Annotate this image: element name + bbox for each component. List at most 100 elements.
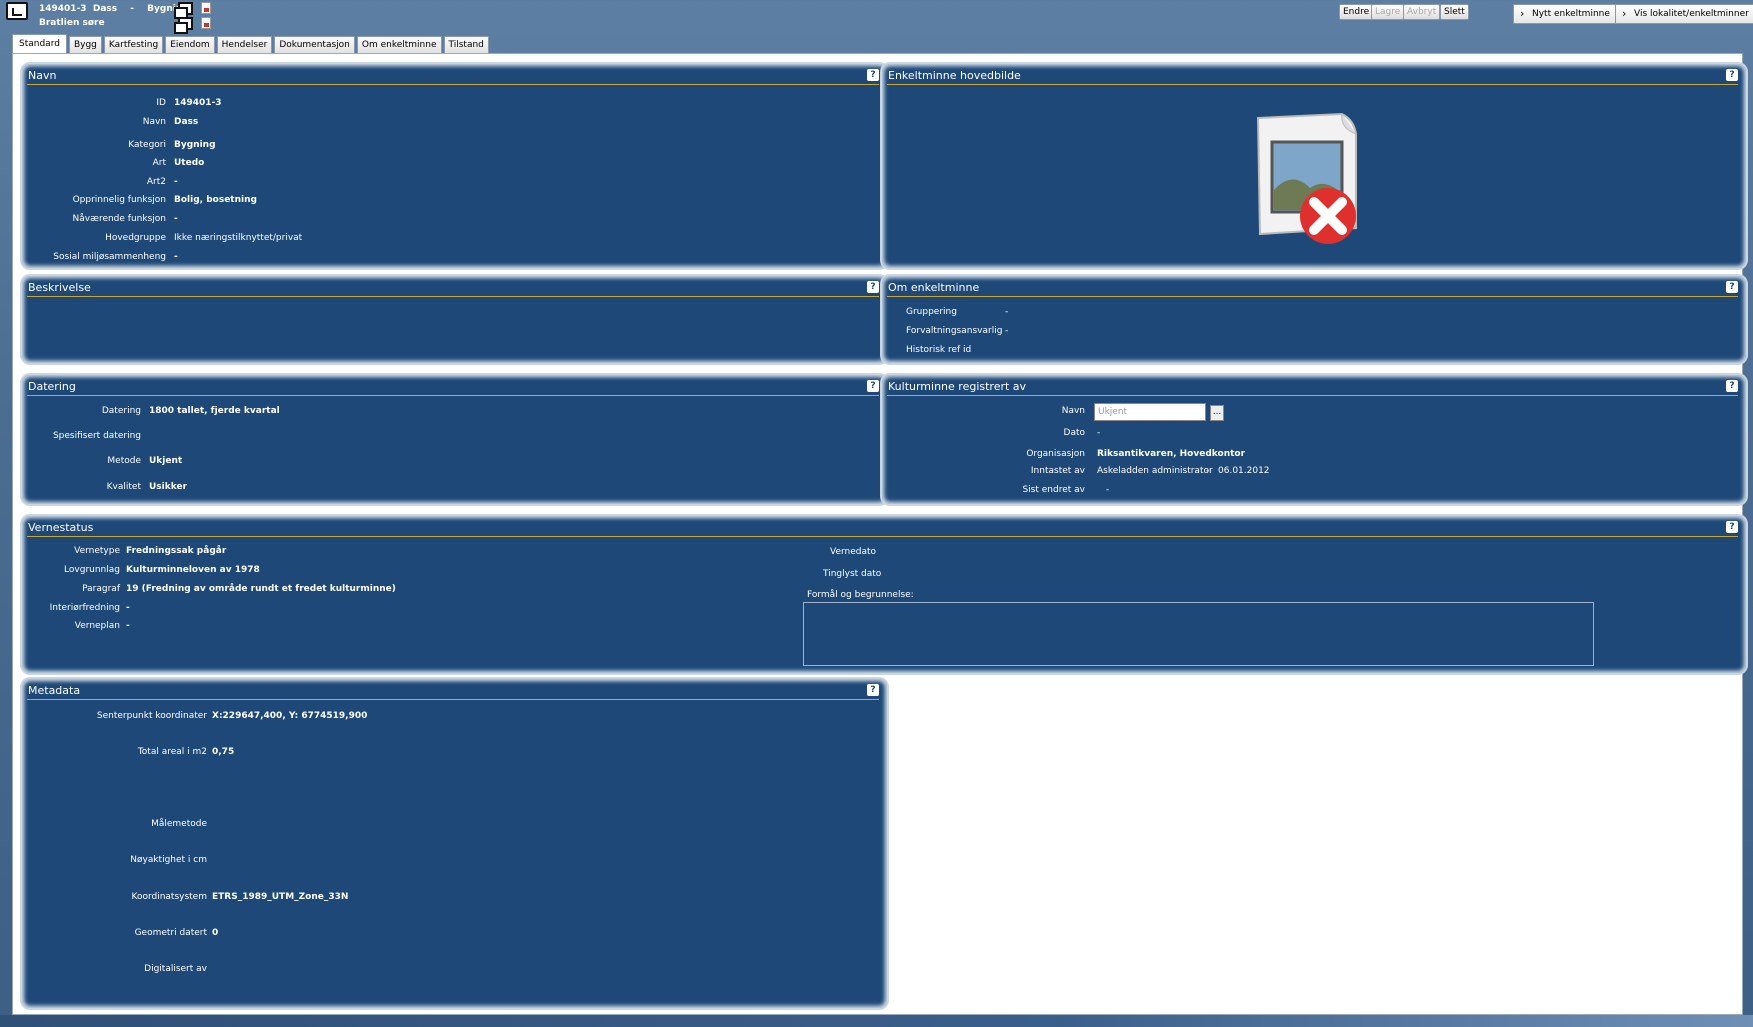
registrant-name-field[interactable]: Ukjent: [1094, 403, 1206, 421]
field-label: Inntastet av: [1030, 466, 1085, 476]
om-enkeltminne-panel: Om enkeltminne ? Gruppering - Forvaltnin…: [882, 276, 1746, 363]
help-icon[interactable]: ?: [867, 281, 879, 293]
tab-eiendom[interactable]: Eiendom: [165, 36, 215, 53]
window-bottom-bar: [0, 1015, 1753, 1027]
field-label: Spesifisert datering: [52, 431, 141, 441]
title-separator: -: [130, 4, 135, 14]
help-icon[interactable]: ?: [1726, 69, 1738, 81]
edit-button[interactable]: Endre: [1339, 4, 1374, 20]
field-label: ID: [156, 98, 166, 108]
field-label: Opprinnelig funksjon: [72, 195, 166, 205]
field-label: Historisk ref id: [906, 345, 972, 355]
help-icon[interactable]: ?: [867, 684, 879, 696]
panel-title: Vernestatus: [28, 521, 94, 534]
field-value: Bolig, bosetning: [174, 195, 257, 205]
cancel-button[interactable]: Avbryt: [1403, 4, 1441, 20]
copy-icon[interactable]: [174, 17, 193, 34]
tab-om-enkeltminne[interactable]: Om enkeltminne: [356, 36, 442, 53]
field-label: Kvalitet: [106, 482, 141, 492]
field-label: Vernedato: [830, 547, 877, 557]
title-bar: 149401-3 Dass - Bygning Bratlien søre En…: [0, 0, 1753, 34]
field-label: Formål og begrunnelse:: [807, 590, 914, 600]
field-label: Kategori: [128, 140, 166, 150]
tab-kartfesting[interactable]: Kartfesting: [103, 36, 164, 53]
field-value: ETRS_1989_UTM_Zone_33N: [212, 892, 349, 902]
field-value: Riksantikvaren, Hovedkontor: [1097, 449, 1246, 459]
field-label: Sist endret av: [1022, 485, 1085, 495]
field-label: Navn: [142, 117, 166, 127]
field-value: Kulturminneloven av 1978: [126, 565, 260, 575]
chevron-right-icon: ›: [1622, 7, 1627, 20]
field-label: Digitalisert av: [144, 964, 207, 974]
field-label: Datering: [101, 406, 141, 416]
panel-title: Om enkeltminne: [888, 281, 980, 294]
chevron-right-icon: ›: [1520, 7, 1525, 20]
help-icon[interactable]: ?: [867, 69, 879, 81]
new-monument-label: Nytt enkeltminne: [1532, 9, 1610, 19]
field-label: Total areal i m2: [137, 747, 207, 757]
field-label: Forvaltningsansvarlig: [906, 326, 1003, 336]
pdf-icon[interactable]: [201, 2, 211, 14]
delete-button[interactable]: Slett: [1440, 4, 1469, 20]
back-icon[interactable]: [6, 2, 28, 20]
content-area: Navn ? ID 149401-3 Navn Dass Kategori By…: [12, 53, 1746, 1015]
save-button[interactable]: Lagre: [1371, 4, 1405, 20]
field-value: Askeladden administrator: [1097, 466, 1213, 476]
help-icon[interactable]: ?: [1726, 281, 1738, 293]
datering-panel: Datering ? Datering 1800 tallet, fjerde …: [22, 375, 887, 504]
field-value: -: [174, 177, 178, 187]
field-label: Gruppering: [906, 307, 957, 317]
record-name: Dass: [92, 4, 118, 14]
help-icon[interactable]: ?: [1726, 521, 1738, 533]
view-locality-button[interactable]: › Vis lokalitet/enkeltminner: [1615, 4, 1753, 24]
tab-bar: Standard Bygg Kartfesting Eiendom Hendel…: [12, 34, 489, 53]
field-label: Hovedgruppe: [105, 233, 166, 243]
field-label: Dato: [1063, 428, 1085, 438]
panel-divider: [27, 536, 1738, 537]
panel-title: Enkeltminne hovedbilde: [888, 69, 1021, 82]
field-value: -: [1005, 326, 1009, 336]
field-label: Metode: [107, 456, 141, 466]
field-label: Navn: [1061, 406, 1085, 416]
registrert-av-panel: Kulturminne registrert av ? Navn Ukjent …: [882, 375, 1746, 504]
view-locality-label: Vis lokalitet/enkeltminner: [1634, 9, 1749, 19]
field-value: -: [126, 603, 130, 613]
help-icon[interactable]: ?: [867, 380, 879, 392]
field-label: Sosial miljøsammenheng: [53, 252, 166, 262]
panel-divider: [887, 395, 1738, 396]
field-label: Lovgrunnlag: [64, 565, 120, 575]
record-location: Bratlien søre: [39, 18, 105, 28]
copy-icon[interactable]: [174, 2, 193, 19]
panel-divider: [27, 395, 879, 396]
field-label: Tinglyst dato: [823, 569, 882, 579]
field-value: -: [174, 214, 178, 224]
help-icon[interactable]: ?: [1726, 380, 1738, 392]
field-label: Art: [152, 158, 166, 168]
browse-button[interactable]: ...: [1210, 405, 1224, 421]
field-value: Ikke næringstilknyttet/privat: [174, 233, 303, 243]
panel-divider: [27, 699, 879, 700]
field-value: -: [126, 621, 130, 631]
tab-hendelser[interactable]: Hendelser: [216, 36, 273, 53]
field-value: 19 (Fredning av område rundt et fredet k…: [126, 584, 396, 594]
tab-tilstand[interactable]: Tilstand: [443, 36, 489, 53]
pdf-icon[interactable]: [201, 17, 211, 29]
tab-dokumentasjon[interactable]: Dokumentasjon: [274, 36, 355, 53]
tab-bygg[interactable]: Bygg: [68, 36, 102, 53]
panel-divider: [27, 296, 879, 297]
panel-title: Beskrivelse: [28, 281, 91, 294]
field-label: Art2: [146, 177, 166, 187]
field-value: 149401-3: [174, 98, 222, 108]
field-value: -: [1097, 428, 1101, 438]
field-label: Vernetype: [74, 546, 120, 556]
field-value: 0: [212, 928, 219, 938]
purpose-textarea[interactable]: [803, 602, 1594, 666]
panel-divider: [887, 84, 1738, 85]
field-value: 06.01.2012: [1218, 466, 1270, 476]
field-value: 1800 tallet, fjerde kvartal: [149, 406, 280, 416]
field-label: Målemetode: [151, 819, 207, 829]
tab-standard[interactable]: Standard: [12, 34, 67, 53]
record-id: 149401-3: [39, 4, 87, 14]
new-monument-button[interactable]: › Nytt enkeltminne: [1513, 4, 1617, 24]
field-label: Verneplan: [74, 621, 120, 631]
